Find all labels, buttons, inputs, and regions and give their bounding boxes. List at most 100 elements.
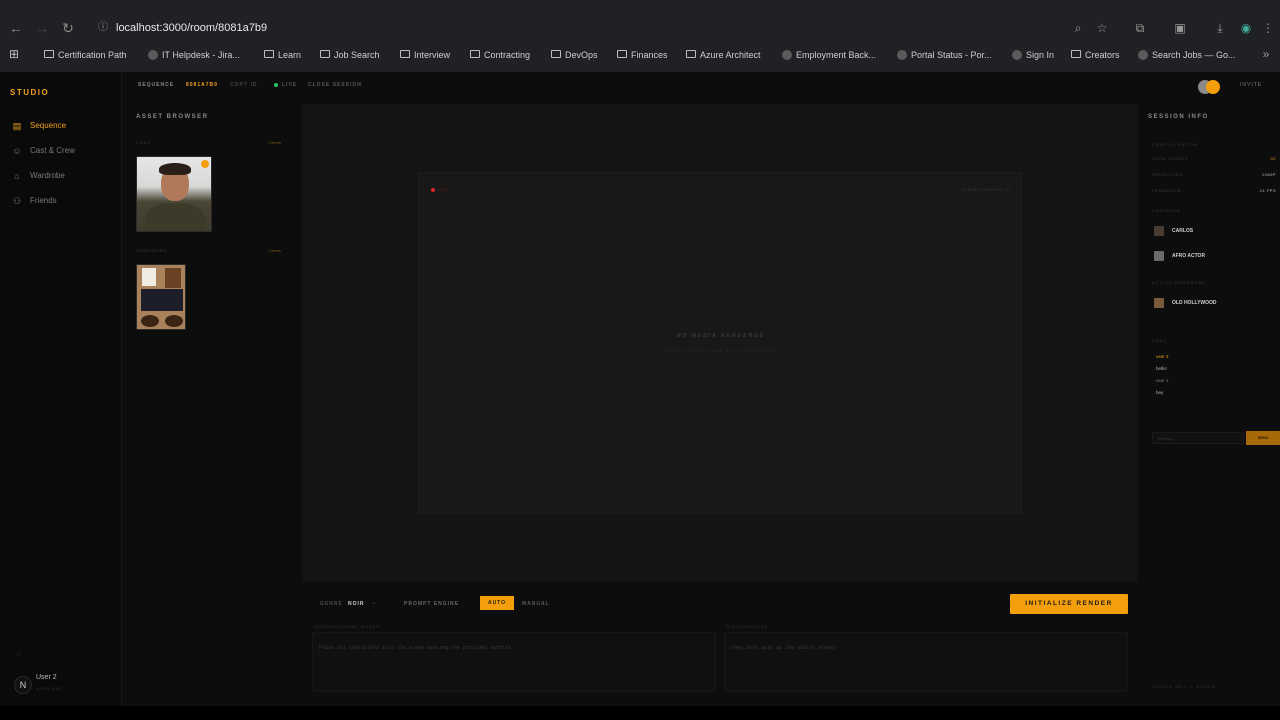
extensions-icon[interactable]: ⧉	[1130, 18, 1150, 38]
rec-dot-icon	[431, 188, 435, 192]
bookmark-item[interactable]: DevOps	[551, 44, 598, 66]
profile-icon[interactable]: ◉	[1236, 18, 1256, 38]
genre-select[interactable]: NOIR	[348, 601, 365, 607]
bookmark-item[interactable]: Certification Path	[44, 44, 127, 66]
avatar[interactable]: N	[14, 676, 32, 694]
session-topbar: SEQUENCE 8081a7b9 COPY ID LIVE CLOSE SES…	[122, 72, 1280, 100]
bookmark-label: Sign In	[1026, 50, 1055, 60]
instructions-textarea[interactable]: Place all characters into the scene wear…	[312, 632, 716, 692]
site-favicon-icon	[1138, 50, 1148, 60]
invite-button[interactable]: INVITE	[1240, 82, 1262, 88]
footer-version: STUDIO V0.1 — CLOUD	[1152, 684, 1216, 689]
hanger-icon: ⌂	[14, 171, 20, 181]
bookmark-item[interactable]: Job Search	[320, 44, 380, 66]
preview-tag: SCENE_PREVIEW_V1	[961, 187, 1011, 192]
chevron-down-icon[interactable]: ⌄	[372, 600, 377, 606]
bookmarks-bar: ⊞ Certification Path IT Helpdesk - Jira..…	[0, 44, 1280, 66]
cast-thumbnail[interactable]	[136, 156, 212, 232]
sidebar-item-cast-crew[interactable]: ☺ Cast & Crew	[12, 143, 112, 159]
instructions-label: INSTRUCTIONAL NOTES	[314, 624, 380, 629]
bookmark-label: Learn	[278, 50, 302, 60]
back-icon[interactable]: ←	[6, 18, 26, 38]
engine-auto-toggle[interactable]: AUTO	[480, 596, 514, 610]
actor-thumbnail	[1154, 226, 1164, 236]
forward-icon[interactable]: →	[32, 18, 52, 38]
menu-kebab-icon[interactable]: ⋮	[1258, 18, 1278, 38]
actor-name: AFRO ACTOR	[1172, 253, 1206, 259]
sequence-id: 8081a7b9	[186, 82, 218, 88]
dialogue-textarea[interactable]: they both walk up the stairs slowly	[724, 632, 1128, 692]
bookmark-label: Portal Status - Por...	[911, 50, 992, 60]
wardrobe-thumbnail	[1154, 298, 1164, 308]
download-icon[interactable]: ⤓	[1210, 18, 1230, 38]
bookmark-label: Certification Path	[58, 50, 127, 60]
sidebar-item-friends[interactable]: ⚇ Friends	[12, 193, 112, 209]
zoom-icon[interactable]: ⌕	[1068, 18, 1088, 38]
bookmark-item[interactable]: Finances	[617, 44, 668, 66]
site-info-icon[interactable]: ⓘ	[98, 14, 108, 42]
engine-manual-toggle[interactable]: MANUAL	[522, 601, 550, 607]
bookmark-item[interactable]: Interview	[400, 44, 450, 66]
info-row-resolution: RESOLUTION 1080P	[1152, 172, 1276, 182]
asset-browser: ASSET BROWSER CAST 1 items WARDROBE 1 it…	[130, 100, 300, 706]
folder-icon	[320, 50, 330, 58]
cast-label: CAST	[136, 140, 151, 145]
sidebar-item-wardrobe[interactable]: ⌂ Wardrobe	[12, 168, 112, 184]
info-value: 24 FPS	[1259, 188, 1276, 193]
site-favicon-icon	[897, 50, 907, 60]
sidebar-item-label: Wardrobe	[30, 171, 65, 180]
bookmark-label: Finances	[631, 50, 668, 60]
actor-thumbnail	[1154, 251, 1164, 261]
actor-carlos[interactable]: CARLOS	[1152, 224, 1193, 238]
bottom-strip	[0, 706, 1280, 720]
sidebar: STUDIO ▤ Sequence ☺ Cast & Crew ⌂ Wardro…	[0, 72, 122, 706]
info-key: RESOLUTION	[1152, 172, 1184, 177]
bookmark-label: Search Jobs — Go...	[1152, 50, 1236, 60]
prompt-engine-label: PROMPT ENGINE	[404, 601, 459, 607]
apps-grid-icon[interactable]: ⊞	[4, 44, 24, 64]
bookmark-item[interactable]: Learn	[264, 44, 301, 66]
bookmark-item[interactable]: Sign In	[1012, 44, 1054, 66]
live-indicator-icon	[274, 83, 278, 87]
studio-app: STUDIO ▤ Sequence ☺ Cast & Crew ⌂ Wardro…	[0, 72, 1280, 706]
wardrobe-thumbnail[interactable]	[136, 264, 186, 330]
actor-name: CARLOS	[1172, 228, 1194, 234]
actor-afro-actor[interactable]: AFRO ACTOR	[1152, 249, 1205, 263]
bookmark-item[interactable]: Contracting	[470, 44, 530, 66]
bookmark-item[interactable]: Search Jobs — Go...	[1138, 44, 1236, 66]
notification-bell-icon[interactable]: ◌	[16, 648, 21, 658]
sidebar-item-sequence[interactable]: ▤ Sequence	[12, 118, 112, 134]
initialize-render-button[interactable]: INITIALIZE RENDER	[1010, 594, 1128, 614]
send-button[interactable]: SEND	[1246, 431, 1280, 445]
friends-icon: ⚇	[12, 196, 22, 206]
folder-icon	[551, 50, 561, 58]
folder-icon	[1071, 50, 1081, 58]
selected-badge-icon	[201, 160, 209, 168]
bookmark-item[interactable]: IT Helpdesk - Jira...	[148, 44, 240, 66]
bookmark-item[interactable]: Azure Architect	[686, 44, 761, 66]
dialogue-label: DIALOGUE/CUE	[726, 624, 769, 629]
bookmark-label: Job Search	[334, 50, 380, 60]
wardrobe-old-hollywood[interactable]: OLD HOLLYWOOD	[1152, 296, 1217, 310]
bookmark-star-icon[interactable]: ☆	[1092, 18, 1112, 38]
close-session-button[interactable]: CLOSE SESSION	[308, 82, 362, 88]
bookmark-label: Contracting	[484, 50, 531, 60]
copy-id-button[interactable]: COPY ID	[230, 82, 257, 88]
bookmark-item[interactable]: Employment Back...	[782, 44, 876, 66]
reload-icon[interactable]: ↻	[58, 18, 78, 38]
address-bar[interactable]: ⓘ localhost:3000/room/8081a7b9	[92, 14, 1132, 42]
signout-link[interactable]: SIGN OUT	[36, 686, 63, 691]
chat-input[interactable]: Message...	[1152, 432, 1244, 444]
user-name: User 2	[36, 674, 57, 681]
bookmark-label: Azure Architect	[700, 50, 761, 60]
bookmark-item[interactable]: Creators	[1071, 44, 1120, 66]
preview-frame: REC SCENE_PREVIEW_V1 NO MEDIA RENDERED S…	[418, 172, 1022, 514]
brand-logo: STUDIO	[10, 88, 50, 97]
empty-state-subtitle: SELECT ASSETS AND CLICK RE-RENDER	[664, 348, 778, 353]
media-icon[interactable]: ▣	[1170, 18, 1190, 38]
bookmarks-overflow-icon[interactable]: »	[1256, 44, 1276, 64]
url-text: localhost:3000/room/8081a7b9	[116, 22, 268, 34]
bookmark-item[interactable]: Portal Status - Por...	[897, 44, 992, 66]
folder-icon	[400, 50, 410, 58]
sidebar-item-label: Sequence	[30, 121, 67, 130]
